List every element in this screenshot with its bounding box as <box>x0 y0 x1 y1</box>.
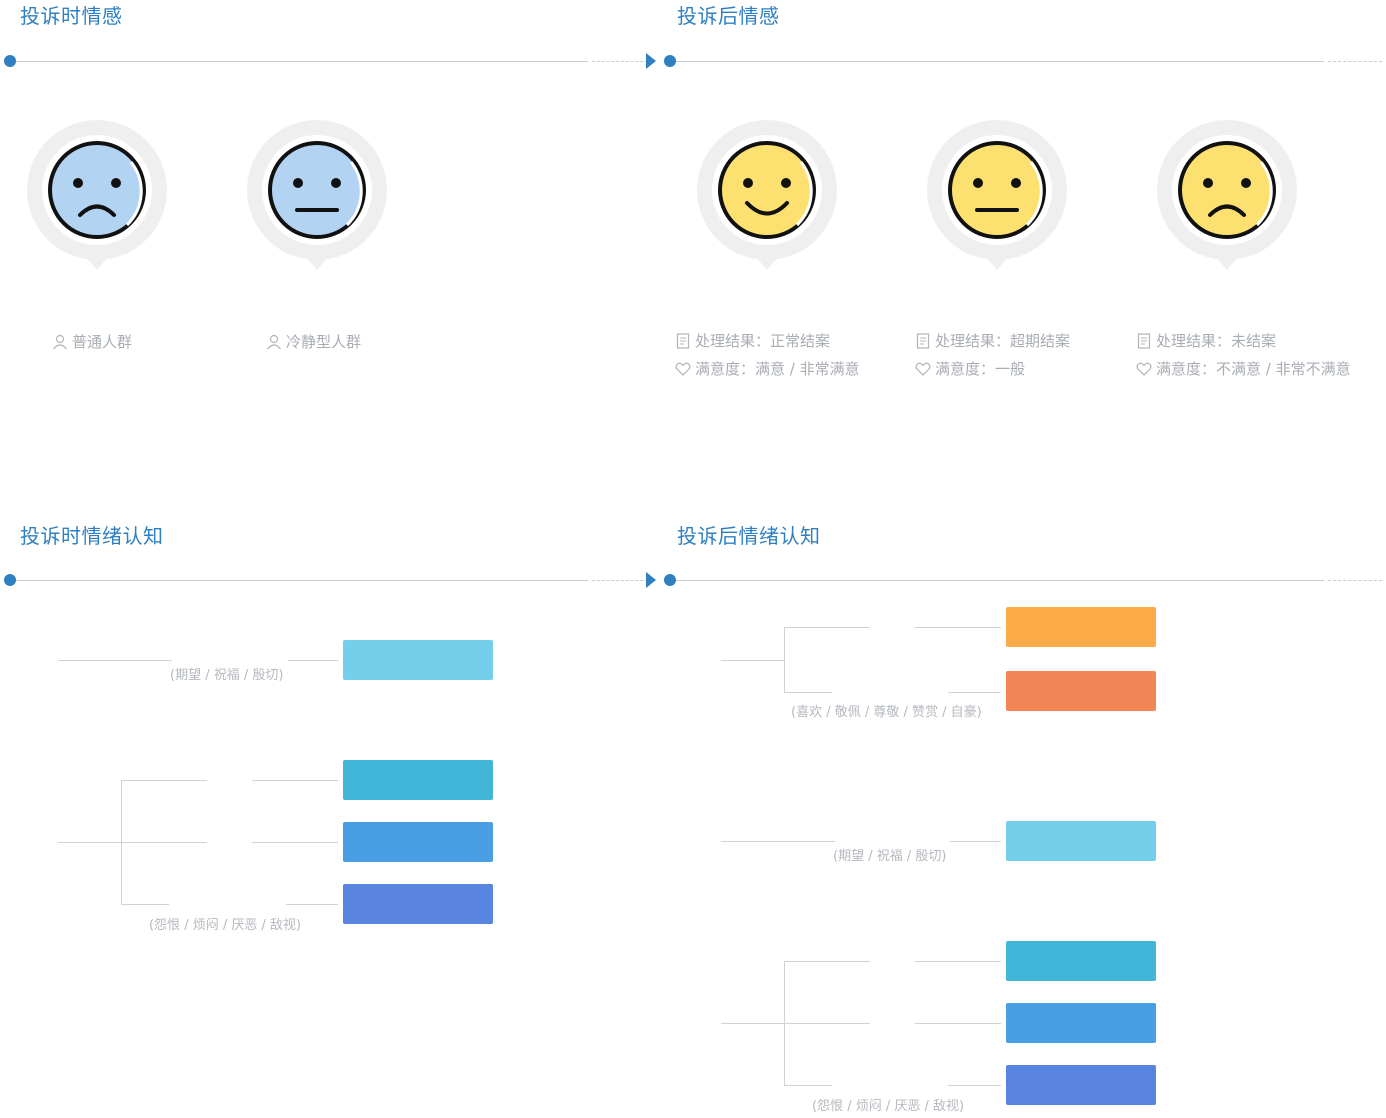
connector-line <box>784 627 870 628</box>
outcome-result-normal: 处理结果：正常结案 <box>675 331 830 351</box>
cognition-box-indigo <box>343 884 493 924</box>
heart-icon <box>1136 362 1152 376</box>
outcome-result-text: 处理结果：超期结案 <box>935 332 1071 350</box>
document-icon <box>916 333 930 349</box>
during-feeling-title: 投诉时情感 <box>20 4 123 28</box>
connector-line <box>915 961 1001 962</box>
group-label-text: 冷静型人群 <box>286 333 362 351</box>
connector-line <box>286 904 338 905</box>
document-icon <box>1137 333 1151 349</box>
timeline-line-left <box>10 580 650 582</box>
outcome-result-overdue: 处理结果：超期结案 <box>915 331 1070 351</box>
connector-line <box>784 961 870 962</box>
timeline-mid-dot <box>664 574 676 586</box>
connector-line <box>784 1085 832 1086</box>
cognition-box-coral <box>1006 671 1156 711</box>
outcome-result-open: 处理结果：未结案 <box>1136 331 1276 351</box>
connector-line <box>121 842 207 843</box>
timeline-line-right <box>670 580 1382 582</box>
user-icon <box>267 334 281 350</box>
heart-icon <box>675 362 691 376</box>
happy-face-yellow-icon <box>697 120 837 272</box>
neutral-face-blue-icon <box>247 120 387 272</box>
after-cognition-title: 投诉后情绪认知 <box>677 524 821 548</box>
connector-line <box>784 627 785 692</box>
timeline-start-dot <box>4 574 16 586</box>
connector-line <box>948 1085 1001 1086</box>
connector-line <box>915 1023 1001 1024</box>
connector-line <box>784 692 832 693</box>
timeline-start-dot <box>4 55 16 67</box>
timeline-mid-dot <box>664 55 676 67</box>
connector-line <box>950 841 1001 842</box>
cognition-box-blue <box>343 822 493 862</box>
heart-icon <box>915 362 931 376</box>
outcome-satisfaction-text: 满意度：不满意 / 非常不满意 <box>1156 360 1351 378</box>
cognition-box-cyan <box>343 760 493 800</box>
cognition-box-indigo <box>1006 1065 1156 1105</box>
timeline-line-right <box>670 61 1382 63</box>
connector-line <box>252 780 338 781</box>
cognition-box-light-blue <box>1006 821 1156 861</box>
outcome-satisfaction-normal: 满意度：满意 / 非常满意 <box>675 359 860 379</box>
outcome-satisfaction-text: 满意度：一般 <box>935 360 1026 378</box>
sad-face-blue-icon <box>27 120 167 272</box>
connector-line <box>121 904 169 905</box>
during-cognition-title: 投诉时情绪认知 <box>20 524 164 548</box>
group-label-text: 普通人群 <box>72 333 133 351</box>
cognition-label: (期望 / 祝福 / 殷切) <box>170 668 284 683</box>
timeline-line-left <box>10 61 650 63</box>
outcome-satisfaction-text: 满意度：满意 / 非常满意 <box>695 360 860 378</box>
outcome-satisfaction-overdue: 满意度：一般 <box>915 359 1025 379</box>
cognition-box-blue <box>1006 1003 1156 1043</box>
connector-line <box>288 660 338 661</box>
connector-line <box>252 842 338 843</box>
cognition-box-cyan <box>1006 941 1156 981</box>
cognition-box-light-blue <box>343 640 493 680</box>
connector-line <box>915 627 1001 628</box>
cognition-label: (喜欢 / 敬佩 / 尊敬 / 赞赏 / 自豪) <box>791 705 982 720</box>
cognition-box-orange <box>1006 607 1156 647</box>
timeline-arrow-icon <box>646 53 656 69</box>
neutral-face-yellow-icon <box>927 120 1067 272</box>
connector-line <box>721 1023 784 1024</box>
outcome-result-text: 处理结果：未结案 <box>1156 332 1277 350</box>
connector-line <box>784 1023 870 1024</box>
connector-line <box>948 692 1001 693</box>
document-icon <box>676 333 690 349</box>
connector-line <box>721 660 784 661</box>
sad-face-yellow-icon <box>1157 120 1297 272</box>
connector-line <box>721 841 835 842</box>
user-icon <box>53 334 67 350</box>
group-label-normal: 普通人群 <box>52 332 132 352</box>
timeline-arrow-icon <box>646 572 656 588</box>
outcome-satisfaction-open: 满意度：不满意 / 非常不满意 <box>1136 359 1351 379</box>
group-label-calm: 冷静型人群 <box>266 332 361 352</box>
connector-line <box>58 842 121 843</box>
outcome-result-text: 处理结果：正常结案 <box>695 332 831 350</box>
connector-line <box>58 660 172 661</box>
cognition-label: (期望 / 祝福 / 殷切) <box>833 849 947 864</box>
connector-line <box>121 780 207 781</box>
cognition-label: (怨恨 / 烦闷 / 厌恶 / 敌视) <box>812 1099 965 1114</box>
cognition-label: (怨恨 / 烦闷 / 厌恶 / 敌视) <box>149 918 302 933</box>
after-feeling-title: 投诉后情感 <box>677 4 780 28</box>
